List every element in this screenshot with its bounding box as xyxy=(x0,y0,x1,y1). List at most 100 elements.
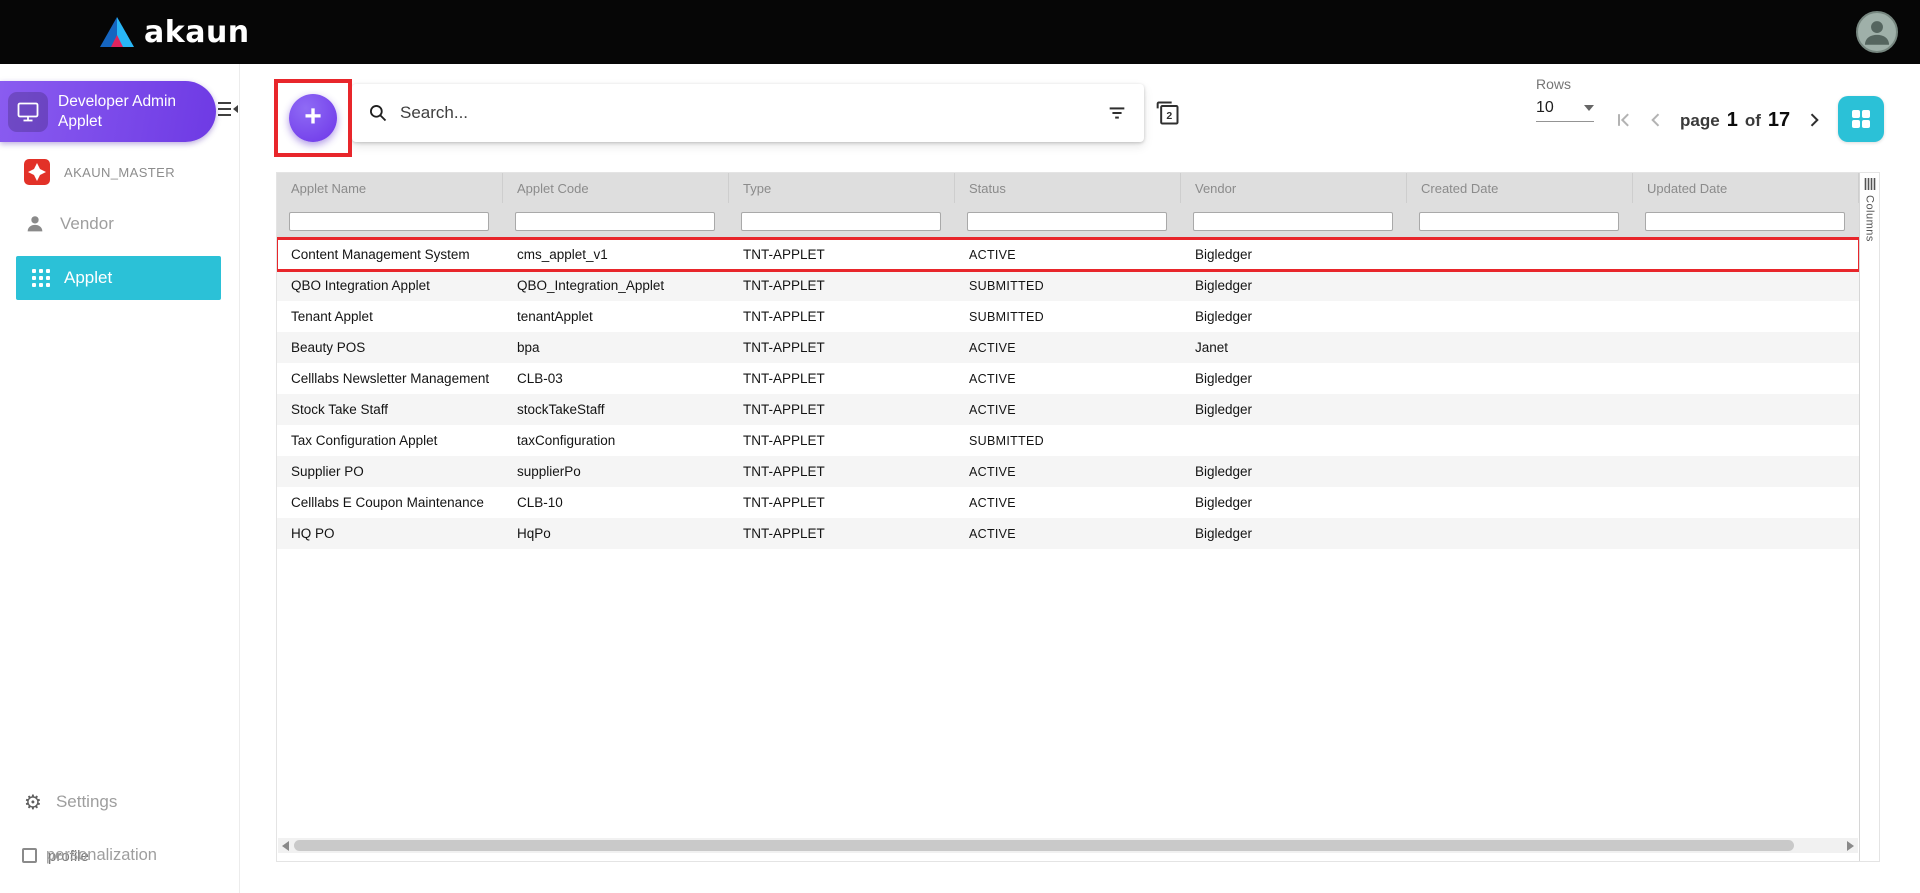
filter-input-created[interactable] xyxy=(1419,212,1619,231)
cell-updated xyxy=(1633,518,1859,549)
filter-input-status[interactable] xyxy=(967,212,1167,231)
table-row[interactable]: Content Management Systemcms_applet_v1TN… xyxy=(277,239,1859,270)
scroll-left-icon[interactable] xyxy=(282,841,289,851)
current-page: 1 xyxy=(1727,109,1738,132)
column-header-type[interactable]: Type xyxy=(729,173,955,203)
search-input[interactable] xyxy=(400,103,1094,123)
table-row[interactable]: Celllabs E Coupon MaintenanceCLB-10TNT-A… xyxy=(277,487,1859,518)
app-button-label: Developer Admin Applet xyxy=(58,92,188,131)
column-header-name[interactable]: Applet Name xyxy=(277,173,503,203)
table-row[interactable]: Beauty POSbpaTNT-APPLETACTIVEJanet xyxy=(277,332,1859,363)
table-filter-row xyxy=(277,203,1859,239)
cell-type: TNT-APPLET xyxy=(729,363,955,394)
cell-updated xyxy=(1633,301,1859,332)
cell-updated xyxy=(1633,487,1859,518)
sidebar-item-label: Vendor xyxy=(60,214,114,234)
cell-vendor: Bigledger xyxy=(1181,487,1407,518)
page-word: page xyxy=(1680,111,1720,131)
table-row[interactable]: QBO Integration AppletQBO_Integration_Ap… xyxy=(277,270,1859,301)
sidebar-item-personalization[interactable]: profile personalization xyxy=(22,844,232,870)
cell-name: Beauty POS xyxy=(277,332,503,363)
cell-type: TNT-APPLET xyxy=(729,270,955,301)
cell-name: Tax Configuration Applet xyxy=(277,425,503,456)
column-header-code[interactable]: Applet Code xyxy=(503,173,729,203)
next-page-button[interactable] xyxy=(1802,108,1826,132)
cell-type: TNT-APPLET xyxy=(729,301,955,332)
akaun-logo-text: akaun xyxy=(144,15,250,50)
avatar-person-icon xyxy=(1860,15,1894,49)
rows-per-page-select[interactable]: 10 xyxy=(1536,99,1594,122)
sidebar-item-settings[interactable]: ⚙ Settings xyxy=(0,780,239,824)
table-row[interactable]: Tenant ApplettenantAppletTNT-APPLETSUBMI… xyxy=(277,301,1859,332)
cell-vendor: Bigledger xyxy=(1181,394,1407,425)
column-header-vendor[interactable]: Vendor xyxy=(1181,173,1407,203)
cell-status: ACTIVE xyxy=(955,518,1181,549)
cell-vendor: Bigledger xyxy=(1181,301,1407,332)
cell-updated xyxy=(1633,332,1859,363)
scroll-right-icon[interactable] xyxy=(1847,841,1854,851)
table-row[interactable]: Supplier POsupplierPoTNT-APPLETACTIVEBig… xyxy=(277,456,1859,487)
svg-text:2: 2 xyxy=(1166,110,1172,122)
grid-view-button[interactable] xyxy=(1838,96,1884,142)
table-row[interactable]: Celllabs Newsletter ManagementCLB-03TNT-… xyxy=(277,363,1859,394)
akaun-master-icon xyxy=(24,159,50,185)
pagination: page 1 of 17 xyxy=(1612,108,1858,132)
sidebar-item-label: Applet xyxy=(64,268,112,288)
developer-admin-applet-button[interactable]: Developer Admin Applet xyxy=(0,81,216,142)
previous-page-button[interactable] xyxy=(1644,108,1668,132)
menu-open-icon[interactable] xyxy=(214,96,242,124)
cell-name: Supplier PO xyxy=(277,456,503,487)
cell-status: ACTIVE xyxy=(955,394,1181,425)
total-pages: 17 xyxy=(1768,109,1790,132)
cell-status: ACTIVE xyxy=(955,239,1181,270)
column-header-created[interactable]: Created Date xyxy=(1407,173,1633,203)
sidebar-item-applet[interactable]: Applet xyxy=(16,256,221,300)
columns-panel-toggle[interactable]: Columns xyxy=(1859,173,1879,861)
profile-checkbox[interactable] xyxy=(22,848,37,863)
filter-input-updated[interactable] xyxy=(1645,212,1845,231)
table-header-row: Applet NameApplet CodeTypeStatusVendorCr… xyxy=(277,173,1859,203)
cell-name: Stock Take Staff xyxy=(277,394,503,425)
cell-code: tenantApplet xyxy=(503,301,729,332)
cell-created xyxy=(1407,518,1633,549)
column-header-updated[interactable]: Updated Date xyxy=(1633,173,1859,203)
gear-icon: ⚙ xyxy=(24,792,42,812)
cell-type: TNT-APPLET xyxy=(729,332,955,363)
duplicate-pages-icon[interactable]: 2 xyxy=(1152,98,1182,128)
scrollbar-thumb[interactable] xyxy=(294,840,1794,851)
annotation-box-add-button: + xyxy=(274,79,352,157)
add-applet-button[interactable]: + xyxy=(289,94,337,142)
user-avatar[interactable] xyxy=(1856,11,1898,53)
table-row[interactable]: Tax Configuration ApplettaxConfiguration… xyxy=(277,425,1859,456)
cell-updated xyxy=(1633,394,1859,425)
horizontal-scrollbar[interactable] xyxy=(278,838,1858,853)
akaun-logo-icon xyxy=(100,17,134,47)
filter-input-name[interactable] xyxy=(289,212,489,231)
cell-status: SUBMITTED xyxy=(955,301,1181,332)
apps-grid-icon xyxy=(32,269,50,287)
column-header-status[interactable]: Status xyxy=(955,173,1181,203)
filter-cell-type xyxy=(729,212,955,231)
rows-label: Rows xyxy=(1536,76,1608,92)
grid-icon xyxy=(1849,107,1873,131)
table-row[interactable]: Stock Take StaffstockTakeStaffTNT-APPLET… xyxy=(277,394,1859,425)
cell-vendor: Janet xyxy=(1181,332,1407,363)
sidebar-item-akaun-master[interactable]: AKAUN_MASTER xyxy=(0,152,239,192)
cell-code: QBO_Integration_Applet xyxy=(503,270,729,301)
filter-input-vendor[interactable] xyxy=(1193,212,1393,231)
table-row[interactable]: HQ POHqPoTNT-APPLETACTIVEBigledger xyxy=(277,518,1859,549)
cell-created xyxy=(1407,239,1633,270)
cell-created xyxy=(1407,394,1633,425)
cell-code: bpa xyxy=(503,332,729,363)
cell-status: SUBMITTED xyxy=(955,270,1181,301)
cell-code: taxConfiguration xyxy=(503,425,729,456)
cell-vendor: Bigledger xyxy=(1181,456,1407,487)
filter-input-code[interactable] xyxy=(515,212,715,231)
cell-created xyxy=(1407,456,1633,487)
first-page-button[interactable] xyxy=(1612,108,1636,132)
filter-input-type[interactable] xyxy=(741,212,941,231)
sidebar-item-vendor[interactable]: Vendor xyxy=(0,200,239,248)
filter-icon[interactable] xyxy=(1106,102,1128,124)
cell-type: TNT-APPLET xyxy=(729,394,955,425)
filter-cell-code xyxy=(503,212,729,231)
